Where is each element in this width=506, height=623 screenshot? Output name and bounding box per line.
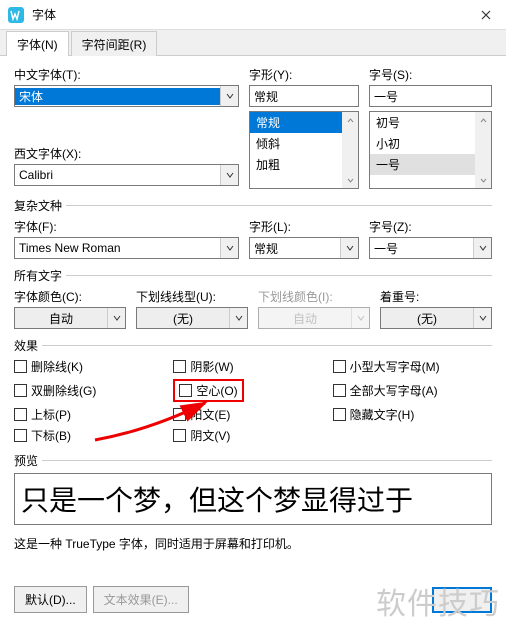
label-engrave: 阴文(V) <box>190 427 230 444</box>
chevron-down-icon <box>473 308 491 328</box>
checkbox-shadow[interactable] <box>173 360 186 373</box>
chevron-down-icon <box>229 308 247 328</box>
app-icon <box>6 5 26 25</box>
complex-header: 复杂文种 <box>14 197 62 214</box>
underline-style-value: (无) <box>137 310 229 327</box>
preview-box: 只是一个梦，但这个梦显得过于 <box>14 473 492 525</box>
label-shadow: 阴影(W) <box>190 358 233 375</box>
underline-color-combo: 自动 <box>258 307 370 329</box>
label-underline-color: 下划线颜色(I): <box>258 288 370 305</box>
complex-size-combo[interactable]: 一号 <box>369 237 492 259</box>
label-complex-size: 字号(Z): <box>369 218 492 235</box>
complex-style-combo[interactable]: 常规 <box>249 237 359 259</box>
label-strike: 删除线(K) <box>31 358 83 375</box>
size-value: 一号 <box>370 88 491 105</box>
scrollbar[interactable] <box>342 112 358 188</box>
chevron-down-icon <box>220 165 238 185</box>
label-complex-font: 字体(F): <box>14 218 239 235</box>
west-font-value: Calibri <box>15 168 220 182</box>
chevron-down-icon <box>220 238 238 258</box>
checkbox-engrave[interactable] <box>173 429 186 442</box>
checkbox-strike[interactable] <box>14 360 27 373</box>
label-superscript: 上标(P) <box>31 406 71 423</box>
label-complex-style: 字形(L): <box>249 218 359 235</box>
chevron-down-icon <box>340 238 358 258</box>
preview-desc: 这是一种 TrueType 字体，同时适用于屏幕和打印机。 <box>14 535 492 552</box>
checkbox-hidden[interactable] <box>333 408 346 421</box>
text-effects-button: 文本效果(E)... <box>93 586 189 613</box>
label-west-font: 西文字体(X): <box>14 145 239 162</box>
close-button[interactable] <box>466 0 506 30</box>
label-emphasis: 着重号: <box>380 288 492 305</box>
label-size: 字号(S): <box>369 66 492 83</box>
font-color-value: 自动 <box>15 310 107 327</box>
label-subscript: 下标(B) <box>31 427 71 444</box>
style-input[interactable]: 常规 <box>249 85 359 107</box>
label-font-color: 字体颜色(C): <box>14 288 126 305</box>
checkbox-emboss[interactable] <box>173 408 186 421</box>
checkbox-smallcaps[interactable] <box>333 360 346 373</box>
preview-header: 预览 <box>14 452 38 469</box>
checkbox-dblstrike[interactable] <box>14 384 27 397</box>
chevron-down-icon <box>351 308 369 328</box>
chevron-down-icon <box>473 238 491 258</box>
list-item[interactable]: 一号 <box>370 154 491 175</box>
size-input[interactable]: 一号 <box>369 85 492 107</box>
cn-font-combo[interactable]: 宋体 <box>14 85 239 107</box>
complex-size-value: 一号 <box>370 240 473 257</box>
label-style: 字形(Y): <box>249 66 359 83</box>
label-dblstrike: 双删除线(G) <box>31 382 96 399</box>
checkbox-superscript[interactable] <box>14 408 27 421</box>
label-underline-style: 下划线线型(U): <box>136 288 248 305</box>
style-value: 常规 <box>250 88 358 105</box>
all-text-header: 所有文字 <box>14 267 62 284</box>
list-item[interactable]: 初号 <box>370 112 491 133</box>
list-item[interactable]: 小初 <box>370 133 491 154</box>
underline-style-combo[interactable]: (无) <box>136 307 248 329</box>
chevron-down-icon <box>220 86 238 106</box>
label-allcaps: 全部大写字母(A) <box>350 382 438 399</box>
ok-button[interactable] <box>432 587 492 613</box>
style-listbox[interactable]: 常规 倾斜 加粗 <box>249 111 359 189</box>
scrollbar[interactable] <box>475 112 491 188</box>
scroll-up-icon[interactable] <box>475 112 491 128</box>
scroll-down-icon[interactable] <box>475 172 491 188</box>
size-listbox[interactable]: 初号 小初 一号 <box>369 111 492 189</box>
scroll-down-icon[interactable] <box>342 172 358 188</box>
checkbox-outline[interactable] <box>179 384 192 397</box>
scroll-up-icon[interactable] <box>342 112 358 128</box>
default-button[interactable]: 默认(D)... <box>14 586 87 613</box>
complex-font-value: Times New Roman <box>15 241 220 255</box>
cn-font-value: 宋体 <box>15 88 220 105</box>
checkbox-allcaps[interactable] <box>333 384 346 397</box>
label-cn-font: 中文字体(T): <box>14 66 239 83</box>
underline-color-value: 自动 <box>259 310 351 327</box>
effects-header: 效果 <box>14 337 38 354</box>
emphasis-value: (无) <box>381 310 473 327</box>
tab-spacing[interactable]: 字符间距(R) <box>71 31 158 56</box>
tab-font[interactable]: 字体(N) <box>6 31 69 56</box>
chevron-down-icon <box>107 308 125 328</box>
label-outline: 空心(O) <box>196 382 237 399</box>
checkbox-subscript[interactable] <box>14 429 27 442</box>
west-font-combo[interactable]: Calibri <box>14 164 239 186</box>
window-title: 字体 <box>32 6 466 23</box>
label-hidden: 隐藏文字(H) <box>350 406 415 423</box>
label-emboss: 阳文(E) <box>190 406 230 423</box>
emphasis-combo[interactable]: (无) <box>380 307 492 329</box>
complex-font-combo[interactable]: Times New Roman <box>14 237 239 259</box>
font-color-combo[interactable]: 自动 <box>14 307 126 329</box>
label-smallcaps: 小型大写字母(M) <box>350 358 440 375</box>
complex-style-value: 常规 <box>250 240 340 257</box>
